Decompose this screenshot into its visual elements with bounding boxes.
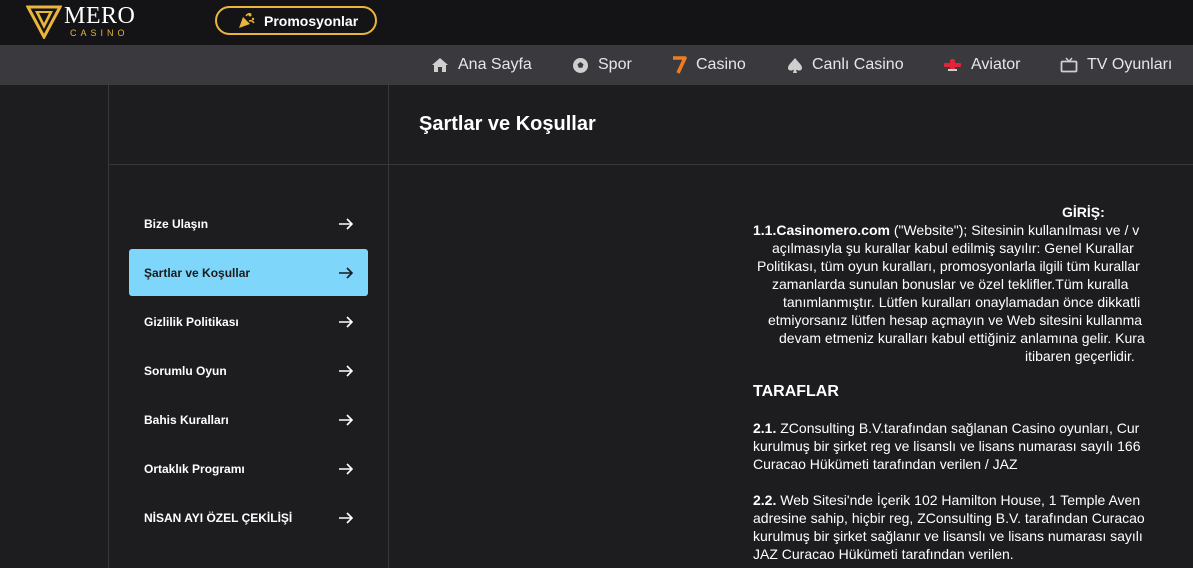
nav-item-spor[interactable]: Spor: [572, 45, 632, 85]
sidebar-item-bize-ulasin[interactable]: Bize Ulaşın: [129, 200, 368, 247]
clause-2-1: 2.1. ZConsulting B.V.tarafından sağlanan…: [753, 419, 1193, 473]
mero-casino-logo[interactable]: MERO CASINO: [26, 3, 146, 41]
main-nav: Ana Sayfa Spor Casino Canlı Casino Aviat…: [0, 45, 1193, 85]
sidebar-item-ortaklik-programi[interactable]: Ortaklık Programı: [129, 445, 368, 492]
sidebar-item-label: Bahis Kuralları: [144, 412, 229, 427]
sidebar-item-label: Bize Ulaşın: [144, 216, 209, 231]
arrow-right-icon: [339, 217, 354, 230]
clause-line: Curacao Hükümeti tarafından verilen / JA…: [753, 456, 1018, 472]
nav-item-ana-sayfa[interactable]: Ana Sayfa: [431, 45, 532, 85]
intro-line: zamanlarda sunulan bonuslar ve özel tekl…: [772, 276, 1129, 292]
clause-text: ZConsulting B.V.tarafından sağlanan Casi…: [776, 420, 1140, 436]
intro-line: açılmasıyla şu kurallar kabul edilmiş sa…: [772, 240, 1134, 256]
tv-icon: [1060, 57, 1078, 73]
top-header: MERO CASINO Promosyonlar: [0, 0, 1193, 45]
intro-line: Politikası, tüm oyun kuralları, promosyo…: [757, 258, 1140, 274]
header-divider: [108, 164, 1193, 165]
intro-first-line: 1.1.Casinomero.com ("Website"); Sitesini…: [753, 221, 1193, 239]
party-popper-icon: [239, 12, 255, 28]
arrow-right-icon: [339, 315, 354, 328]
nav-label: Spor: [598, 56, 632, 73]
arrow-right-icon: [339, 511, 354, 524]
clause-line: adresine sahip, hiçbir reg, ZConsulting …: [753, 510, 1145, 526]
section-heading-taraflar: TARAFLAR: [753, 383, 839, 400]
nav-label: Casino: [696, 56, 746, 73]
arrow-right-icon: [339, 413, 354, 426]
intro-line: tanımlanmıştır. Lütfen kuralları onaylam…: [783, 294, 1141, 310]
intro-line: itibaren geçerlidir.: [1025, 348, 1135, 364]
soccer-ball-icon: [573, 57, 588, 73]
logo-subtext: CASINO: [70, 28, 129, 38]
sidebar-item-nisan-ayi-cekilisi[interactable]: NİSAN AYI ÖZEL ÇEKİLİŞİ: [129, 494, 368, 541]
nav-label: Canlı Casino: [812, 56, 904, 73]
sidebar-item-label: NİSAN AYI ÖZEL ÇEKİLİŞİ: [144, 510, 293, 525]
clause-text: Web Sitesi'nde İçerik 102 Hamilton House…: [776, 492, 1141, 508]
nav-item-tv-oyunlari[interactable]: TV Oyunları: [1060, 45, 1172, 85]
clause-line: JAZ Curacao Hükümeti tarafından verilen.: [753, 546, 1014, 562]
sidebar-item-bahis-kurallari[interactable]: Bahis Kuralları: [129, 396, 368, 443]
plane-icon: [944, 59, 961, 71]
clause-line: kurulmuş bir şirket sağlanır ve lisanslı…: [753, 528, 1143, 544]
column-divider: [388, 85, 389, 568]
promotions-label: Promosyonlar: [264, 12, 359, 29]
logo-emblem-icon: [26, 5, 62, 39]
clause-number: 2.1.: [753, 420, 777, 436]
clause-number: 2.2.: [753, 492, 777, 508]
sidebar-item-label: Şartlar ve Koşullar: [144, 265, 251, 280]
clause-line: kurulmuş bir şirket reg ve lisanslı ve l…: [753, 438, 1141, 454]
intro-line-text: ("Website"); Sitesinin kullanılması ve /…: [889, 222, 1140, 238]
nav-item-aviator[interactable]: Aviator: [943, 45, 1021, 85]
home-icon: [432, 58, 448, 72]
sidebar-item-label: Ortaklık Programı: [144, 461, 245, 476]
intro-heading: GİRİŞ:: [1062, 204, 1105, 220]
spade-icon: [788, 57, 802, 73]
sidebar-item-sorumlu-oyun[interactable]: Sorumlu Oyun: [129, 347, 368, 394]
nav-item-casino[interactable]: Casino: [671, 45, 746, 85]
promotions-button[interactable]: Promosyonlar: [215, 6, 377, 35]
nav-label: Aviator: [971, 56, 1021, 73]
arrow-right-icon: [339, 462, 354, 475]
page-title: Şartlar ve Koşullar: [419, 113, 596, 135]
nav-label: Ana Sayfa: [458, 56, 532, 73]
logo-text: MERO: [64, 3, 136, 29]
terms-content: GİRİŞ: 1.1.Casinomero.com ("Website"); S…: [753, 203, 1193, 568]
nav-label: TV Oyunları: [1087, 56, 1173, 73]
arrow-right-icon: [339, 266, 354, 279]
sidebar-item-label: Gizlilik Politikası: [144, 314, 239, 329]
intro-site-name: 1.1.Casinomero.com: [753, 222, 890, 238]
seven-icon: [673, 56, 687, 74]
sidebar-item-label: Sorumlu Oyun: [144, 363, 227, 378]
intro-line: devam etmeniz kuralları kabul ettiğiniz …: [779, 330, 1145, 346]
clause-2-2: 2.2. Web Sitesi'nde İçerik 102 Hamilton …: [753, 491, 1193, 563]
sidebar-item-gizlilik-politikasi[interactable]: Gizlilik Politikası: [129, 298, 368, 345]
arrow-right-icon: [339, 364, 354, 377]
clause-line: 2.1. ZConsulting B.V.tarafından sağlanan…: [753, 419, 1193, 437]
sidebar-item-sartlar-ve-kosullar[interactable]: Şartlar ve Koşullar: [129, 249, 368, 296]
nav-item-canli-casino[interactable]: Canlı Casino: [787, 45, 904, 85]
clause-line: 2.2. Web Sitesi'nde İçerik 102 Hamilton …: [753, 491, 1193, 509]
intro-line: etmiyorsanız lütfen hesap açmayın ve Web…: [768, 312, 1143, 328]
